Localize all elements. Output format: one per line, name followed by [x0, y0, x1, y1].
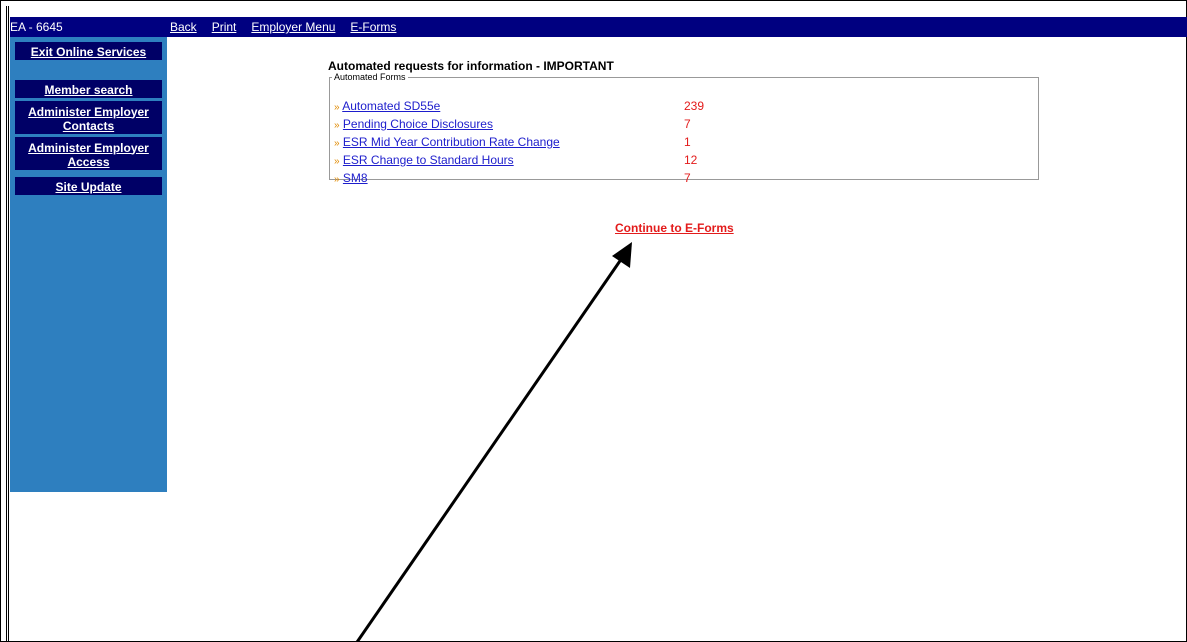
form-link[interactable]: Pending Choice Disclosures [343, 117, 493, 131]
form-link[interactable]: Automated SD55e [342, 99, 440, 113]
sidebar-item-administer-employer-access[interactable]: Administer Employer Access [15, 137, 162, 170]
form-row: » Pending Choice Disclosures 7 [334, 117, 1034, 133]
sidebar-item-member-search[interactable]: Member search [15, 80, 162, 98]
bullet-icon: » [334, 120, 340, 131]
form-count: 7 [684, 171, 691, 185]
window-left-border [6, 6, 9, 642]
sidebar-item-site-update[interactable]: Site Update [15, 177, 162, 195]
form-row: » SM8 7 [334, 171, 1034, 187]
e-forms-link[interactable]: E-Forms [350, 20, 396, 34]
bullet-icon: » [334, 174, 340, 185]
sidebar-item-exit-online-services[interactable]: Exit Online Services [15, 42, 162, 60]
top-navigation-bar: EA - 6645 Back Print Employer Menu E-For… [10, 17, 1187, 37]
employer-menu-link[interactable]: Employer Menu [251, 20, 335, 34]
form-link[interactable]: ESR Change to Standard Hours [343, 153, 514, 167]
continue-to-e-forms-link[interactable]: Continue to E-Forms [615, 221, 734, 235]
form-row: » ESR Change to Standard Hours 12 [334, 153, 1034, 169]
form-count: 12 [684, 153, 698, 167]
sidebar: Exit Online Services Member search Admin… [10, 37, 167, 492]
print-link[interactable]: Print [212, 20, 237, 34]
form-link[interactable]: SM8 [343, 171, 368, 185]
form-count: 7 [684, 117, 691, 131]
automated-forms-group: Automated Forms » Automated SD55e 239 » … [329, 72, 1039, 185]
page-title: Automated requests for information - IMP… [328, 59, 614, 73]
form-count: 239 [684, 99, 705, 113]
form-link[interactable]: ESR Mid Year Contribution Rate Change [343, 135, 560, 149]
bullet-icon: » [334, 138, 340, 149]
form-count: 1 [684, 135, 691, 149]
top-links: Back Print Employer Menu E-Forms [170, 20, 396, 34]
bullet-icon: » [334, 156, 340, 167]
form-row: » ESR Mid Year Contribution Rate Change … [334, 135, 1034, 151]
form-row: » Automated SD55e 239 [334, 99, 1034, 115]
back-link[interactable]: Back [170, 20, 197, 34]
account-id: EA - 6645 [10, 20, 63, 34]
automated-forms-legend: Automated Forms [334, 72, 406, 82]
sidebar-item-administer-employer-contacts[interactable]: Administer Employer Contacts [15, 101, 162, 134]
bullet-icon: » [334, 102, 340, 113]
